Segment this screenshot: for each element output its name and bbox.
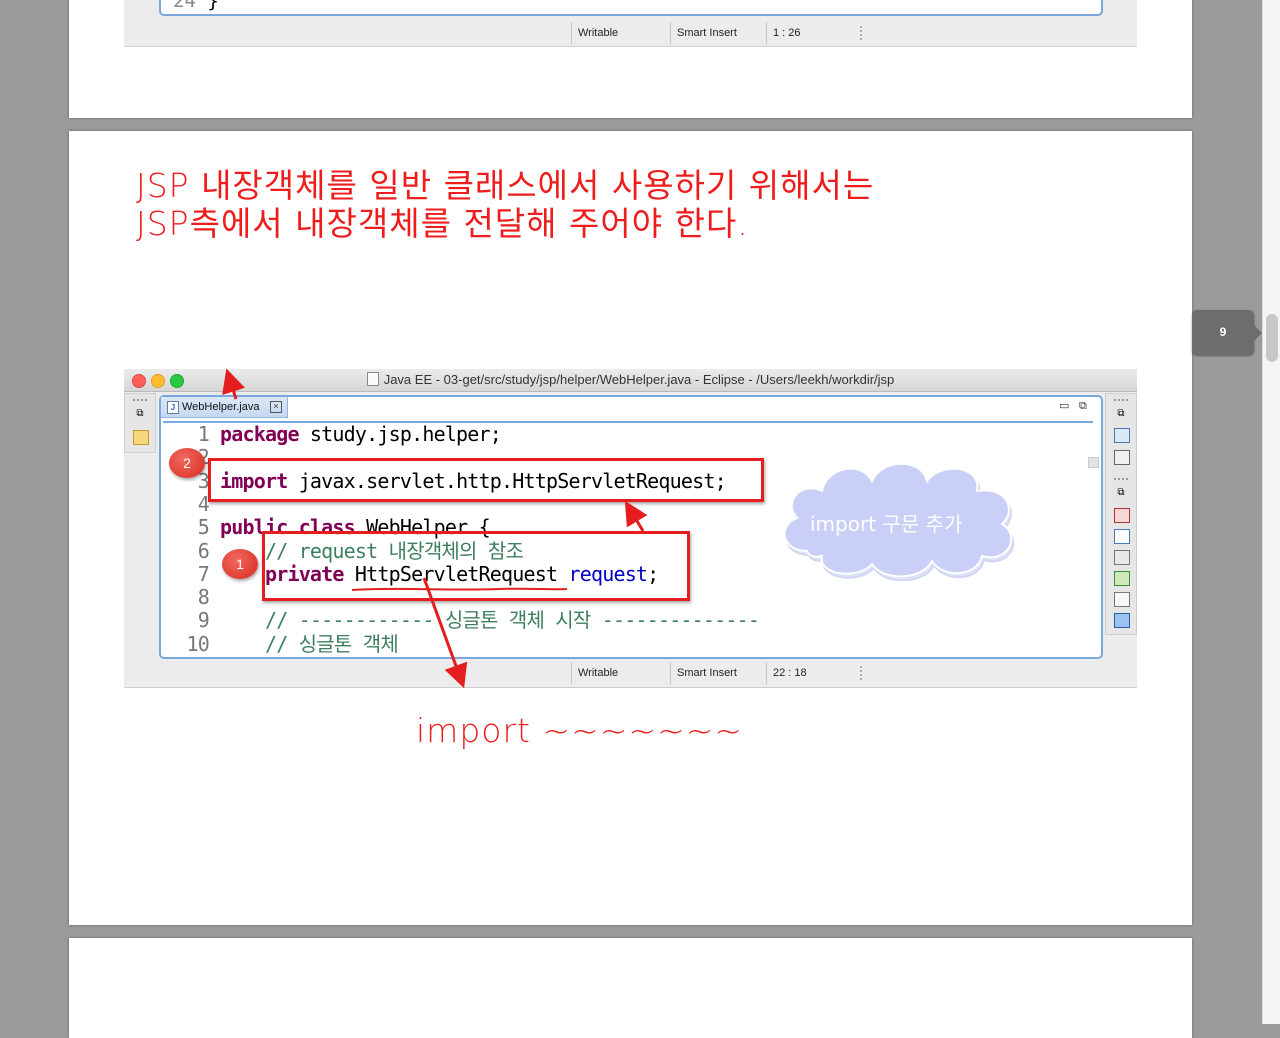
scrollbar-thumb[interactable] [1266, 314, 1278, 362]
arrow-to-bottom-note [422, 577, 468, 689]
status-writable: Writable [571, 22, 670, 44]
next-slide-page [69, 938, 1192, 1038]
arrow-to-editor-tab [222, 368, 246, 400]
previous-eclipse-editor: 24 } Writable Smart Insert 1 : 26 [124, 0, 1137, 47]
previous-code-line: 24 } [173, 0, 219, 12]
bottom-note: import ~~~~~~~ [416, 711, 744, 750]
previous-slide-page: 24 } Writable Smart Insert 1 : 26 [69, 0, 1192, 118]
code-text: } [207, 0, 219, 12]
page-number-indicator: 9 [1192, 310, 1262, 355]
previous-code-strip: 24 } [159, 0, 1103, 16]
annotation-arrows [222, 368, 648, 689]
status-insert-mode: Smart Insert [670, 22, 765, 44]
previous-status-bar: Writable Smart Insert 1 : 26 [571, 22, 871, 44]
type-underline [351, 587, 568, 591]
status-grip[interactable] [860, 26, 864, 40]
vertical-scrollbar[interactable] [1262, 0, 1280, 1024]
current-slide-page: JSP 내장객체를 일반 클래스에서 사용하기 위해서는 JSP측에서 내장객체… [69, 131, 1192, 925]
arrow-to-import-box [624, 500, 648, 532]
line-number: 24 [173, 0, 196, 12]
status-cursor-position: 1 : 26 [766, 22, 853, 44]
